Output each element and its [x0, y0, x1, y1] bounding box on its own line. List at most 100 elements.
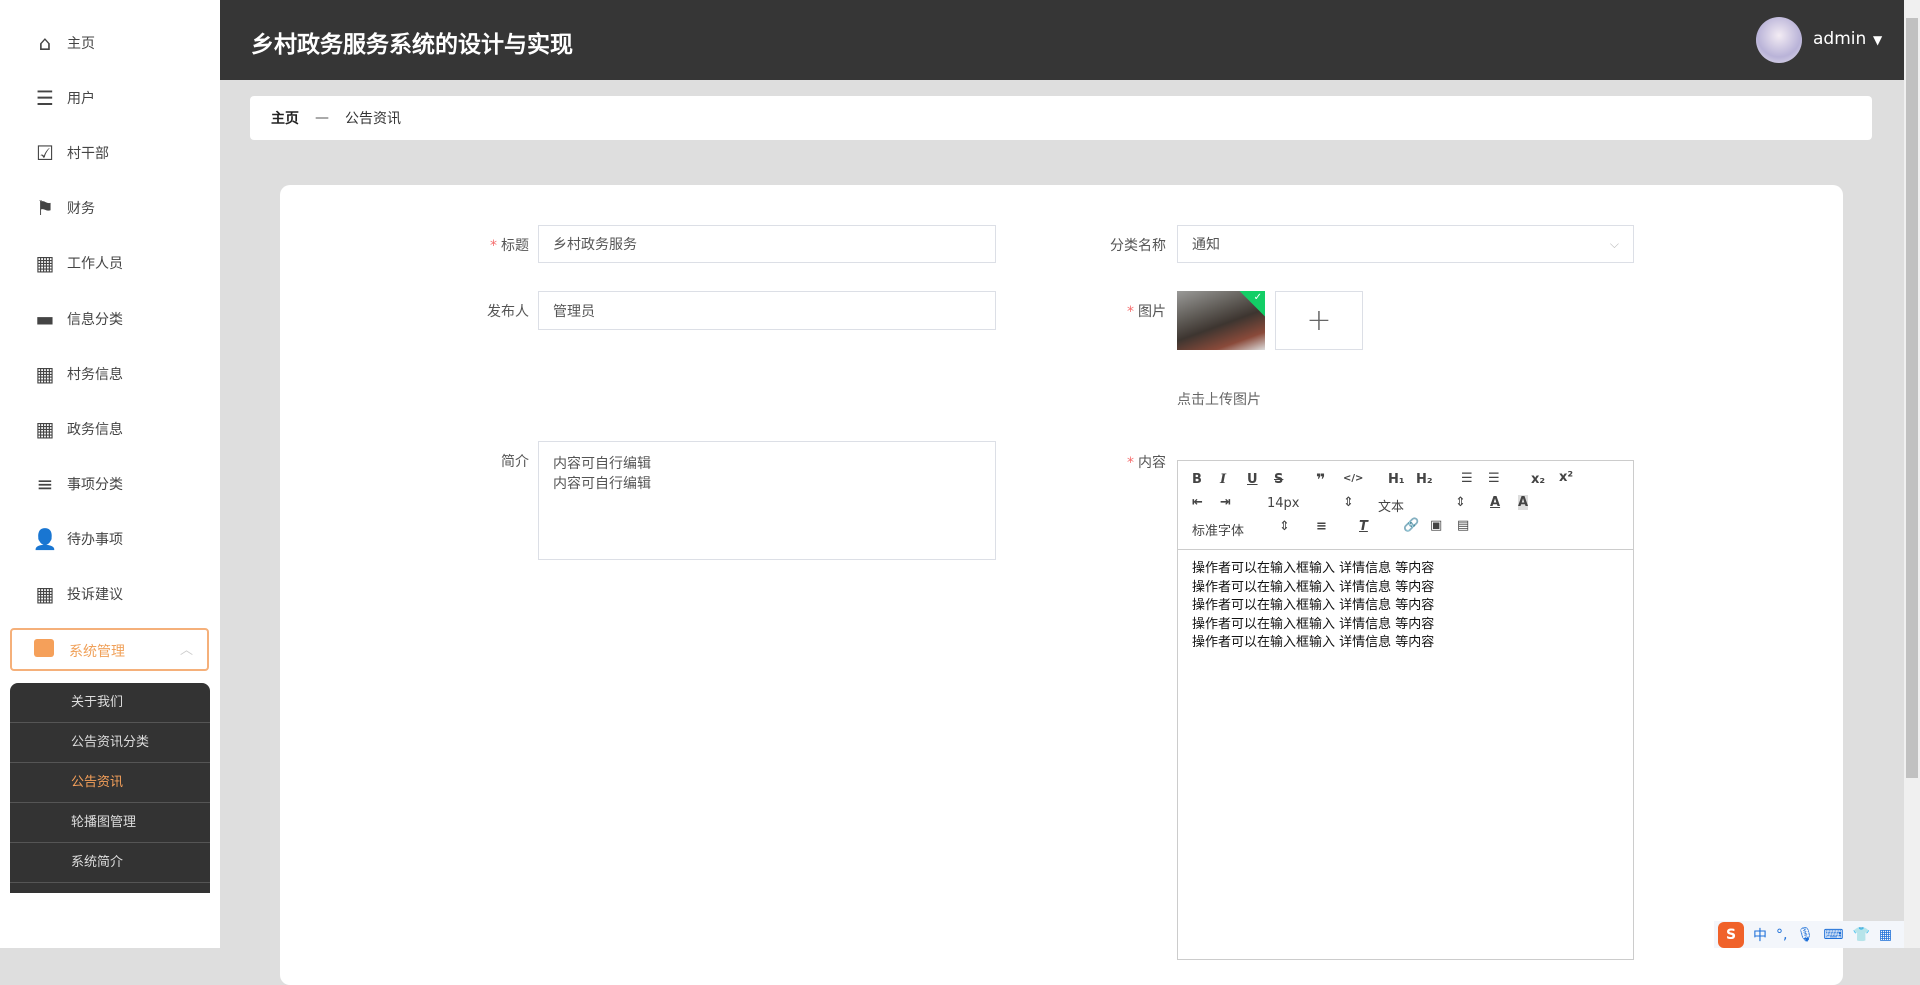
home-icon: ⌂	[38, 31, 52, 55]
grid-icon: ▦	[35, 416, 55, 441]
sidebar-item-label: 主页	[67, 36, 95, 52]
image-label: * 图片	[1127, 304, 1166, 320]
sidebar-item[interactable]: ▦ 工作人员	[0, 243, 220, 283]
user-icon: 👤	[32, 526, 58, 551]
category-label: 分类名称	[1110, 238, 1166, 254]
user-avatar[interactable]	[1756, 17, 1802, 63]
background-color-icon[interactable]: A	[1518, 495, 1529, 510]
italic-icon[interactable]: I	[1220, 472, 1226, 487]
submenu-item[interactable]: 轮播图管理	[10, 803, 210, 843]
username[interactable]: admin	[1813, 29, 1866, 49]
app-title: 乡村政务服务系统的设计与实现	[251, 32, 573, 58]
content-line: 操作者可以在输入框输入 详情信息 等内容	[1192, 561, 1435, 576]
video-icon[interactable]: ▤	[1457, 518, 1469, 533]
editor-content[interactable]: 操作者可以在输入框输入 详情信息 等内容 操作者可以在输入框输入 详情信息 等内…	[1178, 550, 1633, 663]
sidebar-item[interactable]: ≡ 事项分类	[0, 464, 220, 504]
apps-icon[interactable]: ▦	[1879, 927, 1892, 943]
select-arrows-icon: ⇕	[1279, 519, 1290, 534]
content-line: 操作者可以在输入框输入 详情信息 等内容	[1192, 579, 1435, 595]
summary-textarea[interactable]: 内容可自行编辑 内容可自行编辑	[538, 441, 996, 560]
category-select[interactable]: 通知 ⌵	[1177, 225, 1634, 263]
system-submenu: 关于我们 公告资讯分类 公告资讯 轮播图管理 系统简介	[10, 683, 210, 893]
title-label: * 标题	[490, 238, 529, 254]
select-arrows-icon: ⇕	[1343, 495, 1354, 510]
underline-icon[interactable]: U	[1247, 472, 1258, 487]
sidebar-item-label: 事项分类	[67, 476, 123, 493]
sidebar-item[interactable]: ☑ 村干部	[0, 133, 220, 173]
strikethrough-icon[interactable]: S	[1274, 472, 1283, 487]
sidebar-item[interactable]: ⚑ 财务	[0, 188, 220, 228]
sidebar-item[interactable]: ▦ 投诉建议	[0, 574, 220, 614]
font-family-select[interactable]: 标准字体	[1192, 520, 1244, 539]
outdent-icon[interactable]: ⇤	[1192, 495, 1203, 510]
text-type-select[interactable]: 文本	[1378, 496, 1404, 515]
page-scrollbar[interactable]	[1904, 0, 1920, 948]
heading1-icon[interactable]: H₁	[1388, 472, 1405, 487]
uploaded-image-thumbnail[interactable]: ✓	[1177, 291, 1265, 350]
sidebar: ⌂ 主页 ☰ 用户 ☑ 村干部 ⚑ 财务 ▦ 工作人员 ▬ 信息分类 ▦ 村务信息 ▦ 政务信息 ≡ 事项分类 👤 待…	[0, 0, 220, 948]
blockquote-icon[interactable]: ❞	[1316, 470, 1325, 489]
sidebar-item-label: 系统管理	[69, 644, 125, 660]
microphone-icon[interactable]: 🎙	[1796, 927, 1814, 943]
content-line: 操作者可以在输入框输入 详情信息 等内容	[1192, 598, 1435, 614]
select-arrows-icon: ⇕	[1455, 495, 1466, 510]
indent-icon[interactable]: ⇥	[1220, 495, 1231, 510]
publisher-input[interactable]: 管理员	[538, 291, 996, 330]
align-icon: ≡	[36, 471, 54, 496]
punctuation-icon[interactable]: °,	[1776, 927, 1787, 943]
sidebar-item[interactable]: 👤 待办事项	[0, 519, 220, 559]
sidebar-item-label: 工作人员	[67, 256, 123, 273]
breadcrumb: 主页 — 公告资讯	[250, 96, 1872, 140]
font-size-select[interactable]: 14px	[1267, 496, 1300, 511]
sidebar-item[interactable]: ⌂ 主页	[0, 23, 220, 63]
sidebar-item-label: 政务信息	[67, 421, 123, 438]
skin-icon[interactable]: 👕	[1852, 927, 1869, 943]
image-icon[interactable]: ▣	[1430, 518, 1442, 533]
chevron-up-icon: ︿	[179, 643, 193, 658]
submenu-item[interactable]: 系统简介	[10, 843, 210, 883]
ime-toolbar[interactable]: S 中 °, 🎙 ⌨ 👕 ▦	[1714, 921, 1904, 948]
breadcrumb-current: 公告资讯	[345, 111, 401, 127]
grid-icon: ▦	[35, 582, 55, 606]
clear-format-icon[interactable]: T	[1359, 519, 1368, 534]
summary-line: 内容可自行编辑	[553, 456, 651, 472]
monitor-icon: ▬	[35, 306, 55, 331]
sidebar-item-system-management[interactable]: 系统管理 ︿	[10, 628, 209, 671]
heading2-icon[interactable]: H₂	[1416, 472, 1433, 487]
link-icon[interactable]: 🔗	[1403, 518, 1419, 533]
sidebar-item[interactable]: ▬ 信息分类	[0, 299, 220, 339]
summary-line: 内容可自行编辑	[553, 476, 651, 492]
scrollbar-thumb[interactable]	[1906, 18, 1918, 778]
ime-language[interactable]: 中	[1753, 925, 1767, 945]
superscript-icon[interactable]: x²	[1559, 470, 1573, 485]
align-icon[interactable]: ≡	[1316, 519, 1327, 534]
ordered-list-icon[interactable]: ☰	[1461, 471, 1473, 486]
sidebar-item-label: 村务信息	[67, 366, 123, 383]
sidebar-item-label: 投诉建议	[67, 587, 123, 603]
sidebar-item-label: 待办事项	[67, 531, 123, 548]
upload-hint: 点击上传图片	[1177, 392, 1261, 408]
store-icon	[34, 639, 54, 657]
sidebar-item-label: 村干部	[67, 146, 109, 163]
sidebar-item[interactable]: ☰ 用户	[0, 78, 220, 118]
sidebar-item[interactable]: ▦ 村务信息	[0, 354, 220, 394]
font-color-icon[interactable]: A	[1490, 495, 1500, 510]
sidebar-item[interactable]: ▦ 政务信息	[0, 409, 220, 449]
submenu-item[interactable]: 公告资讯	[10, 763, 210, 803]
sidebar-item-label: 财务	[67, 201, 95, 218]
keyboard-icon[interactable]: ⌨	[1823, 927, 1843, 943]
rich-text-editor: B I U S ❞ </> H₁ H₂ ☰ ☰ x₂ x² ⇤ ⇥ 14px ⇕…	[1177, 460, 1634, 960]
upload-add-button[interactable]: +	[1275, 291, 1363, 350]
code-icon[interactable]: </>	[1343, 473, 1363, 484]
caret-down-icon[interactable]: ▼	[1873, 33, 1882, 47]
subscript-icon[interactable]: x₂	[1531, 472, 1545, 487]
category-value: 通知	[1192, 237, 1220, 253]
bullet-list-icon[interactable]: ☰	[1488, 471, 1500, 486]
publisher-label: 发布人	[487, 304, 529, 320]
title-input[interactable]: 乡村政务服务	[538, 225, 996, 263]
bold-icon[interactable]: B	[1192, 472, 1202, 487]
content-line: 操作者可以在输入框输入 详情信息 等内容	[1192, 616, 1435, 632]
submenu-item[interactable]: 关于我们	[10, 683, 210, 723]
breadcrumb-home[interactable]: 主页	[271, 108, 299, 128]
submenu-item[interactable]: 公告资讯分类	[10, 723, 210, 763]
